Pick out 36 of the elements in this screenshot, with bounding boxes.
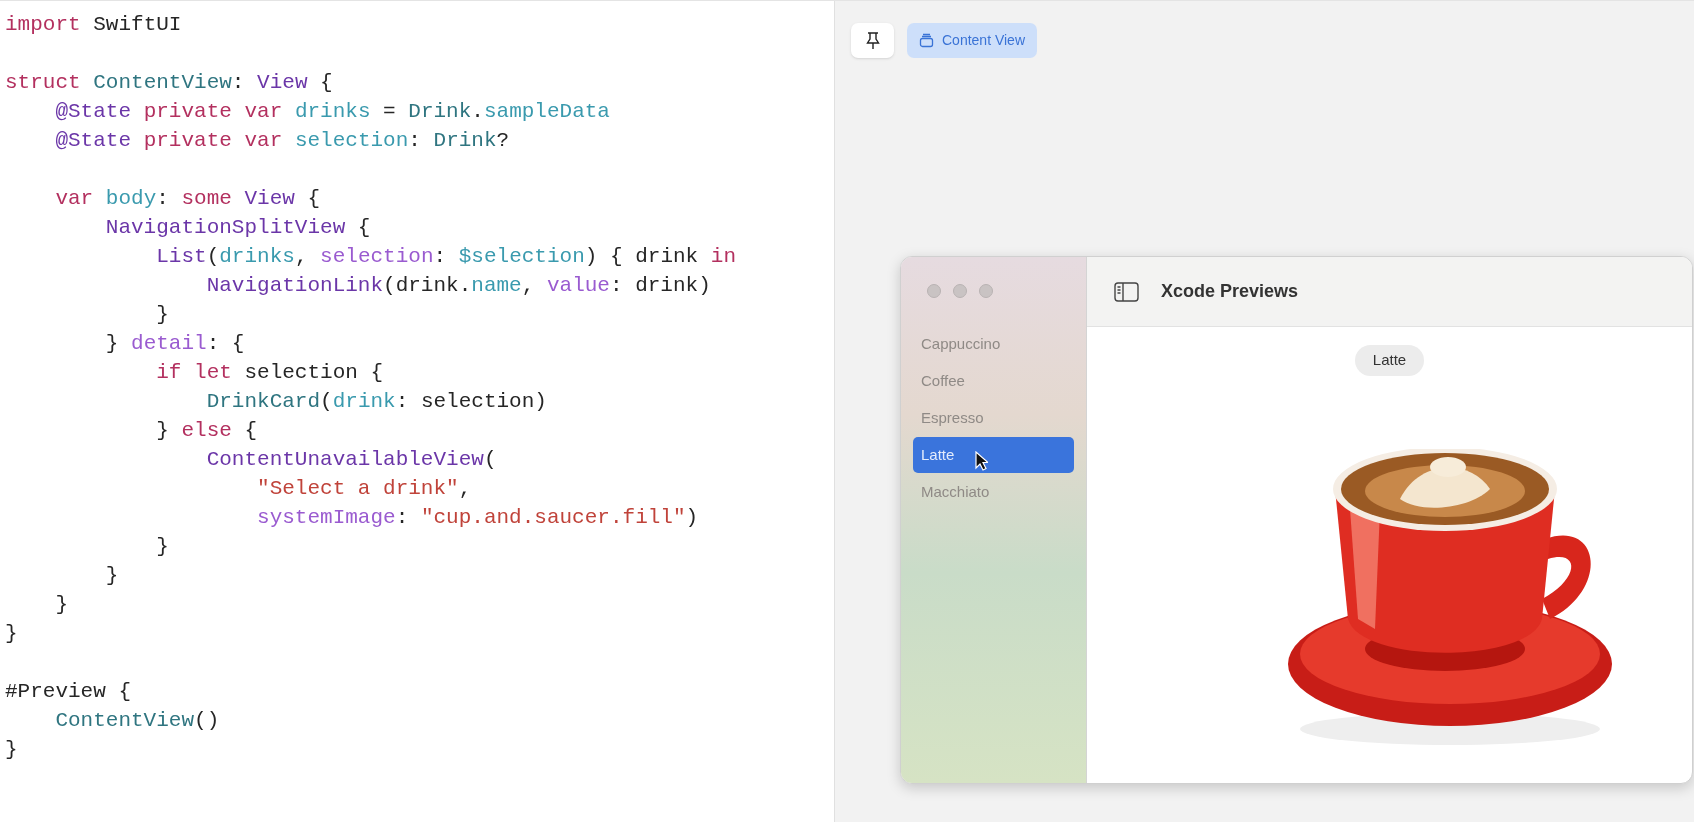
code-line: } xyxy=(104,563,119,589)
code-line: } xyxy=(54,592,68,618)
code-line: struct ContentView: View { xyxy=(5,70,333,96)
sidebar-item[interactable]: Macchiato xyxy=(913,474,1074,510)
code-line: var body: some View { xyxy=(54,186,321,212)
content-view-tab[interactable]: Content View xyxy=(907,23,1037,58)
code-line: import SwiftUI xyxy=(5,12,182,38)
sidebar-item[interactable]: Espresso xyxy=(913,400,1074,436)
code-line: } xyxy=(5,737,18,763)
sidebar-item[interactable]: Latte xyxy=(913,437,1074,473)
pin-button[interactable] xyxy=(851,23,894,58)
code-line: systemImage: "cup.and.saucer.fill") xyxy=(256,505,699,531)
code-line: @State private var drinks = Drink.sampleData xyxy=(54,99,610,125)
code-line: if let selection { xyxy=(155,360,384,386)
code-line: NavigationLink(drink.name, value: drink) xyxy=(205,273,711,299)
code-line: ContentView() xyxy=(54,708,220,734)
window-title: Xcode Previews xyxy=(1161,280,1299,303)
code-line: } xyxy=(5,621,18,647)
code-line: NavigationSplitView { xyxy=(104,215,371,241)
sidebar-toggle-icon[interactable] xyxy=(1114,281,1139,302)
code-line: @State private var selection: Drink? xyxy=(54,128,510,154)
code-line: } xyxy=(155,534,169,560)
pin-icon xyxy=(865,31,880,50)
code-line: ContentUnavailableView( xyxy=(205,447,497,473)
mouse-cursor-icon xyxy=(975,451,988,471)
sidebar-item[interactable]: Cappuccino xyxy=(913,326,1074,362)
code-line: "Select a drink", xyxy=(256,476,472,502)
code-line: } else { xyxy=(155,418,258,444)
code-line: } detail: { xyxy=(104,331,245,357)
sidebar-item[interactable]: Coffee xyxy=(913,363,1074,399)
code-line: #Preview { xyxy=(5,679,132,705)
code-line: DrinkCard(drink: selection) xyxy=(205,389,547,415)
code-line: } xyxy=(155,302,169,328)
code-line: List(drinks, selection: $selection) { drink in xyxy=(155,244,736,270)
drink-title: Latte xyxy=(1354,345,1425,376)
window-stack-icon xyxy=(919,33,934,48)
